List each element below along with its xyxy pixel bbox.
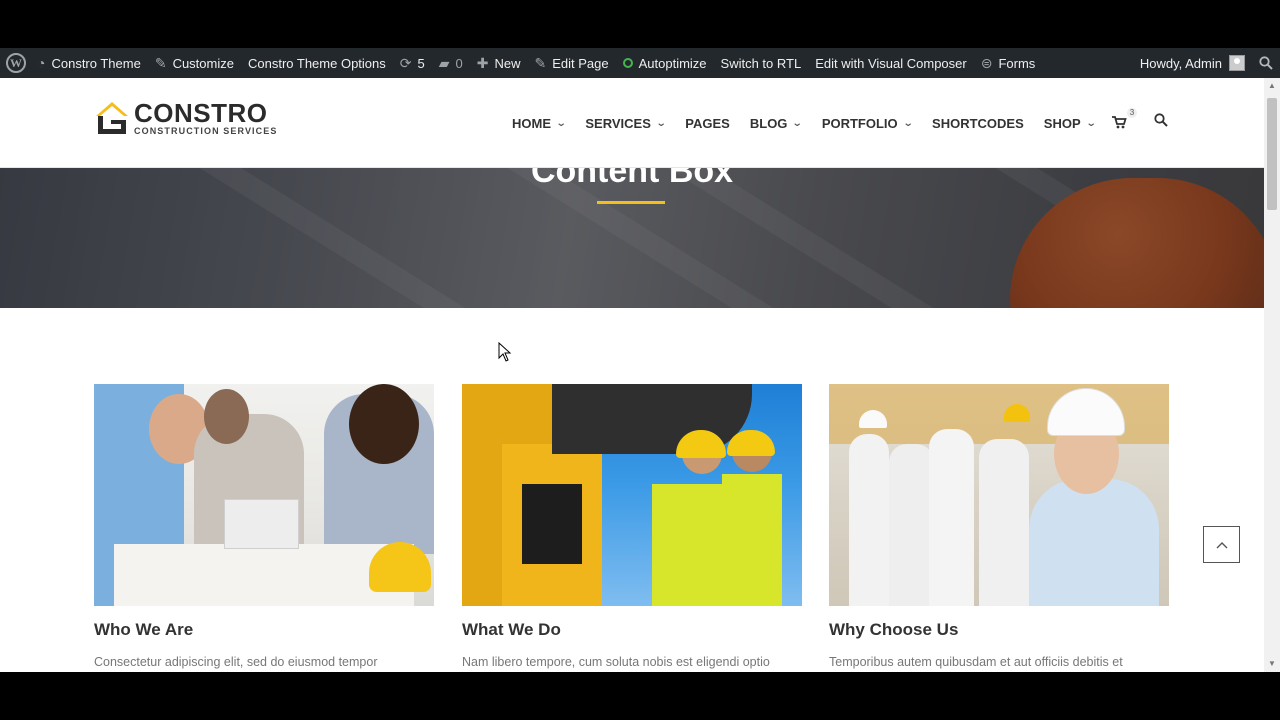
card-text: Nam libero tempore, cum soluta nobis est… (462, 655, 770, 669)
nav-label: SHORTCODES (932, 115, 1024, 131)
site-logo[interactable]: CONSTRO CONSTRUCTION SERVICES (94, 100, 277, 136)
site-header: CONSTRO CONSTRUCTION SERVICES HOME ⌄ SERV… (0, 78, 1264, 168)
nav-label: PORTFOLIO (821, 115, 898, 131)
adminbar-search-button[interactable] (1252, 48, 1280, 78)
customize-link[interactable]: ✎ Customize (148, 48, 241, 78)
nav-label: SHOP (1043, 115, 1081, 131)
nav-label: BLOG (749, 115, 788, 131)
card-title[interactable]: What We Do (462, 620, 561, 640)
chevron-down-icon: ⌄ (555, 117, 567, 129)
chevron-down-icon: ⌄ (902, 117, 914, 129)
nav-label: SERVICES (585, 115, 651, 131)
site-name-label: Constro Theme (51, 55, 141, 71)
nav-item-shortcodes[interactable]: SHORTCODES (922, 103, 1034, 143)
comment-icon: ▰ (438, 54, 450, 71)
title-underline (597, 201, 665, 204)
back-to-top-button[interactable] (1203, 526, 1240, 563)
edit-page-label: Edit Page (552, 55, 609, 71)
page-hero-banner: Content Box (0, 168, 1264, 308)
customize-label: Customize (172, 55, 234, 71)
team-meeting-image[interactable] (94, 384, 434, 606)
edit-page-link[interactable]: ✎ Edit Page (528, 48, 616, 78)
nav-item-home[interactable]: HOME ⌄ (502, 103, 575, 143)
updates-link[interactable]: ⟳ 5 (393, 48, 432, 78)
search-icon (1259, 56, 1273, 70)
theme-options-link[interactable]: Constro Theme Options (241, 48, 393, 78)
nav-label: HOME (512, 115, 551, 131)
autoptimize-label: Autoptimize (638, 55, 707, 71)
autoptimize-menu[interactable]: Autoptimize (616, 48, 714, 78)
browser-viewport: W ◔ Constro Theme ✎ Customize Constro Th… (0, 48, 1280, 672)
chevron-up-icon (1216, 541, 1227, 548)
nav-item-pages[interactable]: PAGES (675, 103, 740, 143)
scroll-up-arrow-icon[interactable]: ▲ (1264, 78, 1280, 94)
forms-menu[interactable]: ⊜ Forms (974, 48, 1043, 78)
main-navigation: HOME ⌄ SERVICES ⌄ PAGES BLOG ⌄ PORTFOLIO ⌄ S… (502, 78, 1105, 168)
page-title: Content Box (530, 168, 734, 190)
new-content-menu[interactable]: ✚ New (470, 48, 528, 78)
nav-label: PAGES (685, 115, 730, 131)
status-dot-icon (622, 58, 633, 68)
mouse-cursor-icon (498, 342, 512, 362)
card-text: Temporibus autem quibusdam et aut offici… (829, 655, 1123, 669)
theme-options-label: Constro Theme Options (247, 55, 386, 71)
howdy-label: Howdy, Admin (1139, 55, 1222, 71)
scroll-down-arrow-icon[interactable]: ▼ (1264, 656, 1280, 672)
site-name-menu[interactable]: ◔ Constro Theme (30, 48, 148, 78)
wp-admin-bar: W ◔ Constro Theme ✎ Customize Constro Th… (0, 48, 1280, 78)
new-label: New (494, 55, 521, 71)
house-logo-icon (96, 102, 128, 134)
content-box: What We Do Nam libero tempore, cum solut… (462, 384, 802, 669)
card-text: Consectetur adipiscing elit, sed do eius… (94, 655, 378, 669)
wordpress-logo-menu[interactable]: W (2, 48, 30, 78)
visual-composer-label: Edit with Visual Composer (815, 55, 967, 71)
avatar (1229, 55, 1245, 71)
construction-workers-image[interactable] (462, 384, 802, 606)
switch-rtl-link[interactable]: Switch to RTL (714, 48, 809, 78)
updates-icon: ⟳ (399, 54, 412, 71)
card-title[interactable]: Who We Are (94, 620, 193, 640)
cart-count-badge: 3 (1127, 108, 1137, 118)
logo-subtitle: CONSTRUCTION SERVICES (134, 126, 278, 136)
nav-item-services[interactable]: SERVICES ⌄ (575, 103, 675, 143)
comments-link[interactable]: ▰ 0 (432, 48, 470, 78)
plus-icon: ✚ (476, 54, 489, 71)
account-menu[interactable]: Howdy, Admin (1133, 48, 1252, 78)
content-box: Why Choose Us Temporibus autem quibusdam… (829, 384, 1169, 669)
comments-count: 0 (455, 55, 463, 71)
nav-item-blog[interactable]: BLOG ⌄ (740, 103, 812, 143)
cart-icon[interactable] (1111, 114, 1127, 130)
wordpress-icon: W (6, 53, 26, 73)
chevron-down-icon: ⌄ (1085, 117, 1097, 129)
paintbrush-icon: ✎ (154, 54, 167, 71)
card-title[interactable]: Why Choose Us (829, 620, 958, 640)
chevron-down-icon: ⌄ (655, 117, 667, 129)
switch-rtl-label: Switch to RTL (720, 55, 802, 71)
forms-icon: ⊜ (980, 54, 993, 71)
pencil-icon: ✎ (534, 54, 547, 71)
scrollbar-thumb[interactable] (1267, 98, 1277, 210)
visual-composer-link[interactable]: Edit with Visual Composer (808, 48, 974, 78)
nav-item-shop[interactable]: SHOP ⌄ (1034, 103, 1105, 143)
updates-count: 5 (417, 55, 425, 71)
logo-title: CONSTRO (134, 98, 268, 128)
search-icon[interactable] (1154, 113, 1168, 127)
forms-label: Forms (998, 55, 1036, 71)
nav-item-portfolio[interactable]: PORTFOLIO ⌄ (812, 103, 922, 143)
page-scrollbar[interactable]: ▲ ▼ (1264, 78, 1280, 672)
chevron-down-icon: ⌄ (792, 117, 804, 129)
content-box: Who We Are Consectetur adipiscing elit, … (94, 384, 434, 669)
engineer-team-image[interactable] (829, 384, 1169, 606)
dashboard-icon: ◔ (37, 55, 46, 71)
